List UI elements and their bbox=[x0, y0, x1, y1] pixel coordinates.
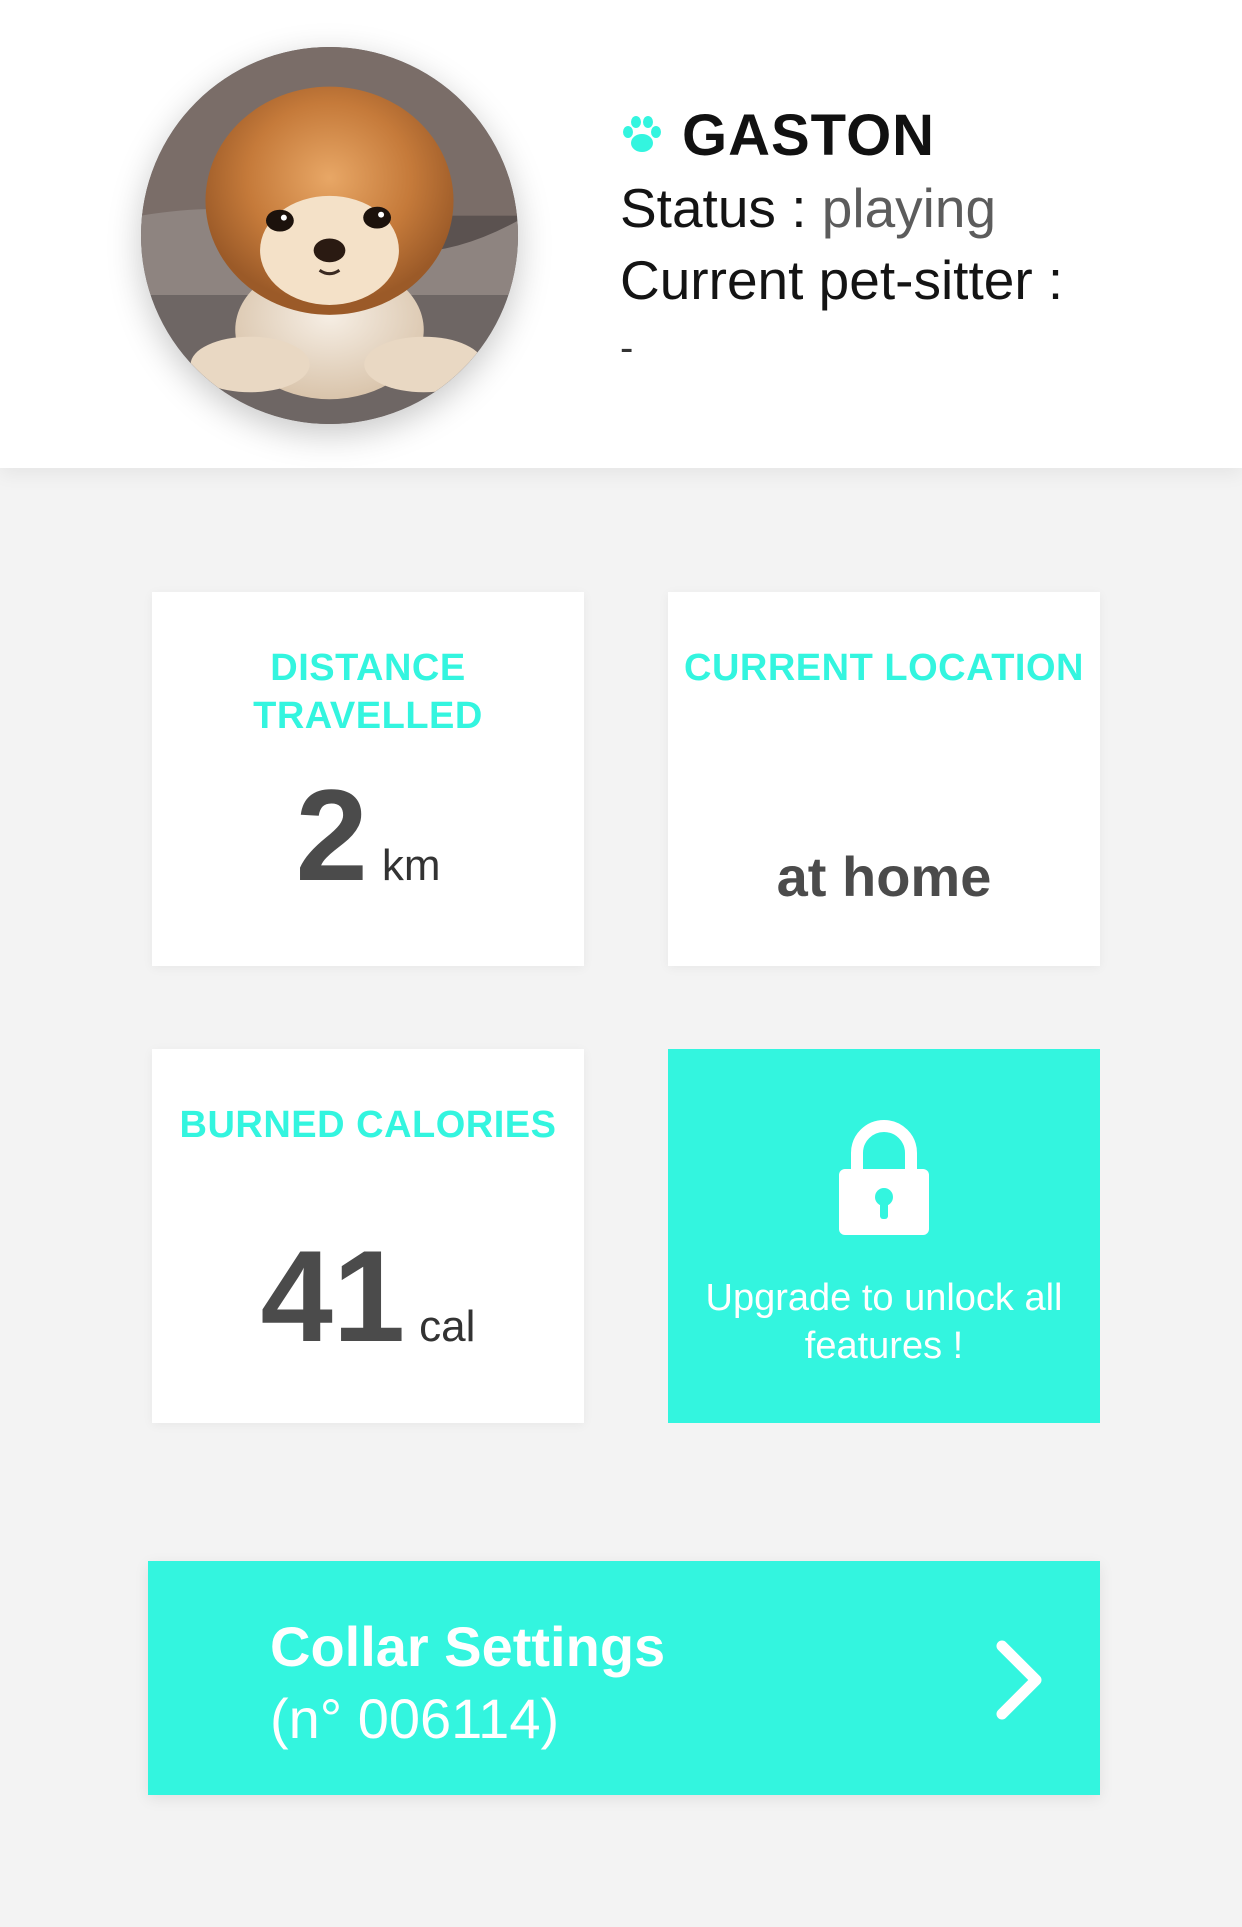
calories-unit: cal bbox=[419, 1302, 476, 1351]
calories-value: 41 bbox=[260, 1223, 406, 1369]
location-title: CURRENT LOCATION bbox=[684, 647, 1084, 689]
calories-metric: 41 cal bbox=[152, 1231, 584, 1361]
distance-value: 2 bbox=[295, 762, 368, 908]
distance-card[interactable]: DISTANCE TRAVELLED 2 km bbox=[152, 592, 584, 966]
status-label: Status : bbox=[620, 177, 822, 239]
sitter-label: Current pet-sitter : bbox=[620, 249, 1064, 311]
chevron-right-icon bbox=[996, 1640, 1042, 1720]
calories-card[interactable]: BURNED CALORIES 41 cal bbox=[152, 1049, 584, 1423]
status-line: Status : playing bbox=[620, 172, 1220, 244]
status-value: playing bbox=[821, 177, 997, 239]
pet-info: GASTON Status : playing Current pet-sitt… bbox=[620, 98, 1220, 378]
sitter-value: - bbox=[620, 326, 634, 370]
location-value: at home bbox=[776, 845, 992, 908]
paw-icon bbox=[623, 116, 661, 152]
pet-header: GASTON Status : playing Current pet-sitt… bbox=[0, 0, 1242, 468]
calories-title: BURNED CALORIES bbox=[179, 1104, 557, 1146]
dog-photo bbox=[141, 47, 518, 424]
collar-settings-title: Collar Settings bbox=[270, 1615, 666, 1678]
distance-title: DISTANCE TRAVELLED bbox=[253, 647, 483, 737]
upgrade-card[interactable]: Upgrade to unlock all features ! bbox=[668, 1049, 1100, 1423]
lock-icon bbox=[839, 1120, 929, 1235]
pet-name: GASTON bbox=[682, 102, 936, 168]
location-card[interactable]: CURRENT LOCATION at home bbox=[668, 592, 1100, 966]
upgrade-text: Upgrade to unlock all features ! bbox=[705, 1277, 1063, 1367]
distance-unit: km bbox=[381, 841, 441, 890]
pet-avatar[interactable] bbox=[141, 47, 518, 424]
collar-number: (n° 006114) bbox=[270, 1687, 560, 1750]
distance-metric: 2 km bbox=[152, 770, 584, 900]
collar-settings-button[interactable]: Collar Settings (n° 006114) bbox=[148, 1561, 1100, 1795]
pet-name-row: GASTON bbox=[620, 98, 1220, 172]
